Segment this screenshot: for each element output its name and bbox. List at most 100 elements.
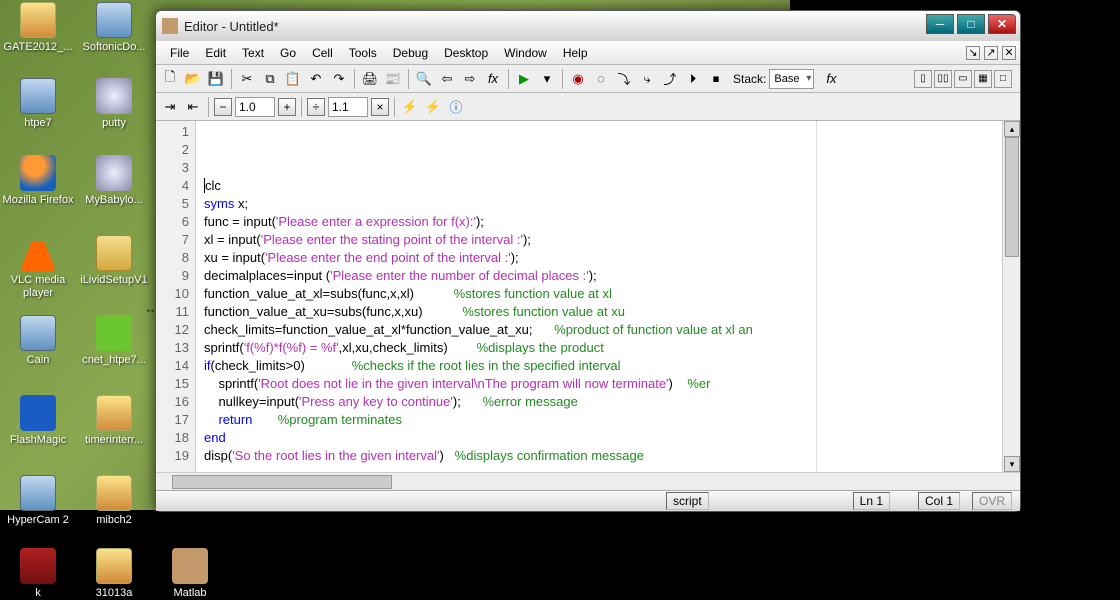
redo-icon[interactable]: ↷ [329, 69, 349, 89]
info-icon[interactable]: ⓘ [446, 97, 466, 117]
matlab-app-icon [162, 18, 178, 34]
horizontal-scrollbar[interactable] [156, 472, 1020, 490]
icon-label: Mozilla Firefox [3, 194, 74, 207]
breakpoint-icon[interactable]: ◉ [568, 69, 588, 89]
menu-window[interactable]: Window [496, 43, 555, 63]
step-icon[interactable]: ⤵ [614, 69, 634, 89]
run-section-icon[interactable]: ▾ [537, 69, 557, 89]
vscroll-thumb[interactable] [1005, 137, 1019, 257]
publish-icon[interactable]: 📰 [383, 69, 403, 89]
cut-icon[interactable]: ✂ [237, 69, 257, 89]
desktop-icon[interactable]: GATE2012_... [0, 2, 76, 54]
menu-help[interactable]: Help [555, 43, 596, 63]
back-icon[interactable]: ⇦ [437, 69, 457, 89]
close-doc-icon[interactable]: ✕ [1002, 46, 1016, 60]
app-icon [96, 155, 132, 191]
desktop-icon[interactable]: SoftonicDo... [76, 2, 152, 54]
tile-1-icon[interactable]: ▯ [914, 70, 932, 88]
menu-cell[interactable]: Cell [304, 43, 341, 63]
minimize-button[interactable]: ─ [926, 14, 954, 34]
stack-label: Stack: [733, 72, 766, 86]
menu-go[interactable]: Go [272, 43, 304, 63]
status-column: Col 1 [918, 492, 960, 510]
icon-label: FlashMagic [10, 434, 66, 447]
fx-icon[interactable]: fx [483, 69, 503, 89]
run-icon[interactable]: ▶ [514, 69, 534, 89]
clear-breakpoint-icon[interactable]: ◌ [591, 69, 611, 89]
icon-label: SoftonicDo... [83, 41, 146, 54]
indent-inc-icon[interactable]: ⇥ [160, 97, 180, 117]
scroll-down-icon[interactable]: ▾ [1004, 456, 1020, 472]
maximize-button[interactable]: □ [957, 14, 985, 34]
desktop-icon[interactable]: FlashMagic [0, 395, 76, 447]
line-number-gutter: 12345678910111213141516171819 [156, 121, 196, 472]
zoom-div-button[interactable]: ÷ [307, 98, 325, 116]
step-out-icon[interactable]: ⤴ [660, 69, 680, 89]
undock-icon[interactable]: ↗ [984, 46, 998, 60]
indent-dec-icon[interactable]: ⇤ [183, 97, 203, 117]
icon-label: HyperCam 2 [7, 514, 69, 527]
open-file-icon[interactable]: 📂 [183, 69, 203, 89]
eval-cell-icon[interactable]: ⚡ [400, 97, 420, 117]
find-icon[interactable]: 🔍 [414, 69, 434, 89]
desktop-icon[interactable]: VLC media player [0, 235, 76, 300]
icon-label: Cain [27, 354, 50, 367]
desktop-icon[interactable]: Mozilla Firefox [0, 155, 76, 207]
menu-desktop[interactable]: Desktop [436, 43, 496, 63]
tile-3-icon[interactable]: ▭ [954, 70, 972, 88]
print-margin-line [816, 121, 817, 472]
desktop-icon[interactable]: putty [76, 78, 152, 130]
scroll-up-icon[interactable]: ▴ [1004, 121, 1020, 137]
menu-tools[interactable]: Tools [341, 43, 385, 63]
status-bar: script Ln 1 Col 1 OVR [156, 490, 1020, 511]
continue-icon[interactable]: ⏵ [683, 69, 703, 89]
fx-button-icon[interactable]: fx [821, 69, 841, 89]
eval-advance-icon[interactable]: ⚡ [423, 97, 443, 117]
undo-icon[interactable]: ↶ [306, 69, 326, 89]
icon-label: htpe7 [24, 117, 52, 130]
desktop-icon[interactable]: timerinterr... [76, 395, 152, 447]
app-icon [20, 78, 56, 114]
zoom-b-field[interactable]: 1.1 [328, 97, 368, 117]
menu-debug[interactable]: Debug [385, 43, 436, 63]
desktop-icon[interactable]: htpe7 [0, 78, 76, 130]
copy-icon[interactable]: ⧉ [260, 69, 280, 89]
desktop-icon[interactable]: cnet_htpe7... [76, 315, 152, 367]
desktop-icon[interactable]: Cain [0, 315, 76, 367]
zoom-inc-button[interactable]: + [278, 98, 296, 116]
stack-select[interactable]: Base [769, 69, 814, 89]
menu-file[interactable]: File [162, 43, 197, 63]
paste-icon[interactable]: 📋 [283, 69, 303, 89]
menu-text[interactable]: Text [234, 43, 272, 63]
stop-icon[interactable]: ⏹ [706, 69, 726, 89]
hscroll-thumb[interactable] [172, 475, 392, 489]
zoom-mul-button[interactable]: × [371, 98, 389, 116]
app-icon [96, 235, 132, 271]
print-icon[interactable]: 🖨 [360, 69, 380, 89]
desktop-icon[interactable]: MyBabylo... [76, 155, 152, 207]
title-bar[interactable]: Editor - Untitled* ─ □ ✕ [156, 11, 1020, 41]
vertical-scrollbar[interactable]: ▴ ▾ [1002, 121, 1020, 472]
zoom-dec-button[interactable]: − [214, 98, 232, 116]
new-file-icon[interactable]: 🗋 [160, 69, 180, 89]
dock-icon[interactable]: ↘ [966, 46, 980, 60]
desktop-icon[interactable]: iLividSetupV1 [76, 235, 152, 287]
tile-2-icon[interactable]: ▯▯ [934, 70, 952, 88]
app-icon [20, 235, 56, 271]
zoom-a-field[interactable]: 1.0 [235, 97, 275, 117]
desktop-icon[interactable]: HyperCam 2 [0, 475, 76, 527]
desktop-icon[interactable]: mibch2 [76, 475, 152, 527]
menu-edit[interactable]: Edit [197, 43, 234, 63]
app-icon [20, 155, 56, 191]
forward-icon[interactable]: ⇨ [460, 69, 480, 89]
code-area[interactable]: clcsyms x;func = input('Please enter a e… [196, 121, 1002, 472]
step-in-icon[interactable]: ⤷ [637, 69, 657, 89]
tile-4-icon[interactable]: ▦ [974, 70, 992, 88]
desktop-icon[interactable]: 31013a [76, 548, 152, 600]
desktop-icon[interactable]: k [0, 548, 76, 600]
tile-max-icon[interactable]: □ [994, 70, 1012, 88]
close-button[interactable]: ✕ [988, 14, 1016, 34]
desktop-icon[interactable]: Matlab [152, 548, 228, 600]
app-icon [20, 395, 56, 431]
save-icon[interactable]: 💾 [206, 69, 226, 89]
